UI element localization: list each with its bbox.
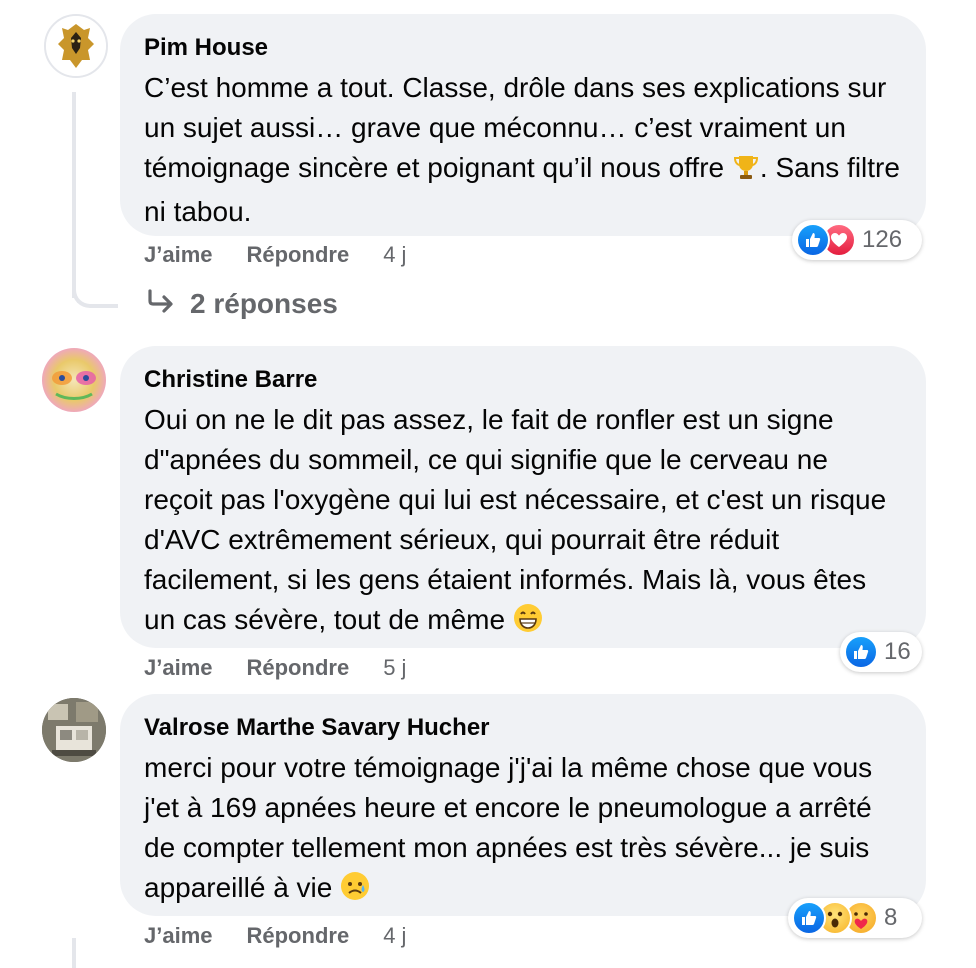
reply-button[interactable]: Répondre bbox=[247, 242, 350, 268]
comment-actions: J’aime Répondre 5 j bbox=[144, 655, 406, 681]
replies-count-label: 2 réponses bbox=[190, 288, 338, 319]
like-icon bbox=[796, 223, 830, 257]
comment-actions: J’aime Répondre 4 j bbox=[144, 923, 406, 949]
avatar[interactable] bbox=[42, 348, 106, 412]
comment-text-body: merci pour votre témoignage j'j'ai la mê… bbox=[144, 752, 873, 903]
avatar[interactable] bbox=[44, 14, 108, 78]
comment-timestamp[interactable]: 5 j bbox=[383, 655, 406, 681]
reaction-summary[interactable]: 16 bbox=[840, 632, 922, 672]
reaction-summary[interactable]: 126 bbox=[792, 220, 922, 260]
comment-bubble: Pim House C’est homme a tout. Classe, dr… bbox=[120, 14, 926, 236]
reaction-count: 8 bbox=[884, 904, 898, 931]
reply-button[interactable]: Répondre bbox=[247, 655, 350, 681]
comment-text-body: Oui on ne le dit pas assez, le fait de r… bbox=[144, 404, 887, 635]
comment-text: Oui on ne le dit pas assez, le fait de r… bbox=[144, 400, 902, 644]
colorful-artwork-icon bbox=[52, 371, 96, 400]
lion-logo-icon bbox=[46, 16, 106, 76]
comment-author[interactable]: Valrose Marthe Savary Hucher bbox=[144, 714, 902, 742]
reply-button[interactable]: Répondre bbox=[247, 923, 350, 949]
comment-author[interactable]: Pim House bbox=[144, 34, 902, 62]
like-button[interactable]: J’aime bbox=[144, 655, 213, 681]
reaction-summary[interactable]: 8 bbox=[788, 898, 922, 938]
comment-text: C’est homme a tout. Classe, drôle dans s… bbox=[144, 68, 902, 232]
like-button[interactable]: J’aime bbox=[144, 923, 213, 949]
comment-timestamp[interactable]: 4 j bbox=[383, 242, 406, 268]
thread-connector bbox=[72, 270, 118, 308]
comment-bubble: Christine Barre Oui on ne le dit pas ass… bbox=[120, 346, 926, 648]
like-icon bbox=[844, 635, 878, 669]
grinning-emoji bbox=[513, 603, 543, 644]
comment-author[interactable]: Christine Barre bbox=[144, 366, 902, 394]
comment-bubble: Valrose Marthe Savary Hucher merci pour … bbox=[120, 694, 926, 916]
comment-timestamp[interactable]: 4 j bbox=[383, 923, 406, 949]
avatar[interactable] bbox=[42, 698, 106, 762]
sad-relieved-emoji bbox=[340, 871, 370, 912]
like-button[interactable]: J’aime bbox=[144, 242, 213, 268]
reaction-count: 126 bbox=[862, 226, 903, 253]
thread-line bbox=[72, 92, 76, 298]
thread-line bbox=[72, 938, 76, 968]
view-replies-link[interactable]: 2 réponses bbox=[146, 288, 338, 320]
trophy-emoji bbox=[732, 152, 760, 192]
reply-arrow-icon bbox=[146, 288, 176, 320]
room-photo-icon bbox=[42, 698, 106, 762]
like-icon bbox=[792, 901, 826, 935]
comment-actions: J’aime Répondre 4 j bbox=[144, 242, 406, 268]
reaction-count: 16 bbox=[884, 638, 911, 665]
comment-text: merci pour votre témoignage j'j'ai la mê… bbox=[144, 748, 902, 912]
